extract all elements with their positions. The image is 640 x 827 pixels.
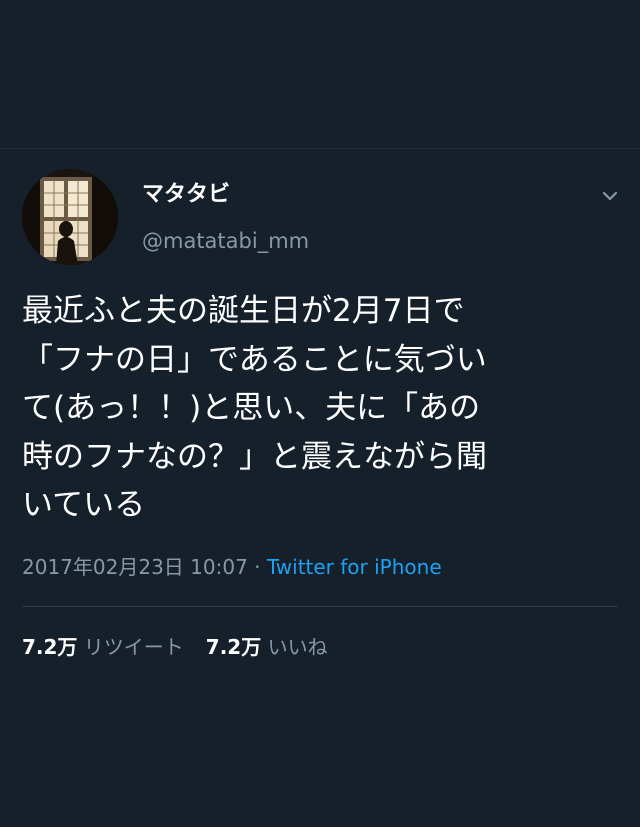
tweet-text: 最近ふと夫の誕生日が2月7日で 「フナの日」であることに気づい て(あっ！！)と… [22, 287, 622, 530]
tweet-text-line: いている [22, 487, 146, 523]
likes-label: いいね [267, 635, 328, 659]
user-handle[interactable]: @matatabi_mm [142, 226, 309, 256]
avatar[interactable] [22, 169, 118, 265]
retweets-count: 7.2万 [22, 635, 78, 659]
source-link[interactable]: Twitter for iPhone [267, 555, 442, 579]
chevron-down-icon[interactable] [596, 182, 624, 210]
tweet-meta: 2017年02月23日 10:07 · Twitter for iPhone [22, 552, 442, 582]
retweets-label: リツイート [83, 635, 184, 659]
tweet-text-line: 「フナの日」であることに気づい [22, 341, 487, 378]
tweet-text-line: 時のフナなの？」と震えながら聞 [22, 438, 487, 475]
tweet-text-line: 最近ふと夫の誕生日が2月7日で [22, 293, 465, 329]
divider [0, 148, 640, 149]
timestamp[interactable]: 2017年02月23日 10:07 [22, 555, 248, 579]
likes-count: 7.2万 [205, 635, 262, 659]
avatar-image [22, 169, 118, 265]
meta-separator: · [254, 555, 261, 579]
tweet-text-line: て(あっ！！)と思い、夫に「あの [22, 390, 481, 426]
retweets-stat[interactable]: 7.2万 リツイート [22, 635, 184, 659]
top-blank-area [0, 0, 640, 148]
likes-stat[interactable]: 7.2万 いいね [206, 635, 328, 659]
display-name[interactable]: マタタビ [142, 180, 230, 210]
divider [22, 606, 618, 607]
engagement-stats: 7.2万 リツイート 7.2万 いいね [22, 632, 328, 662]
